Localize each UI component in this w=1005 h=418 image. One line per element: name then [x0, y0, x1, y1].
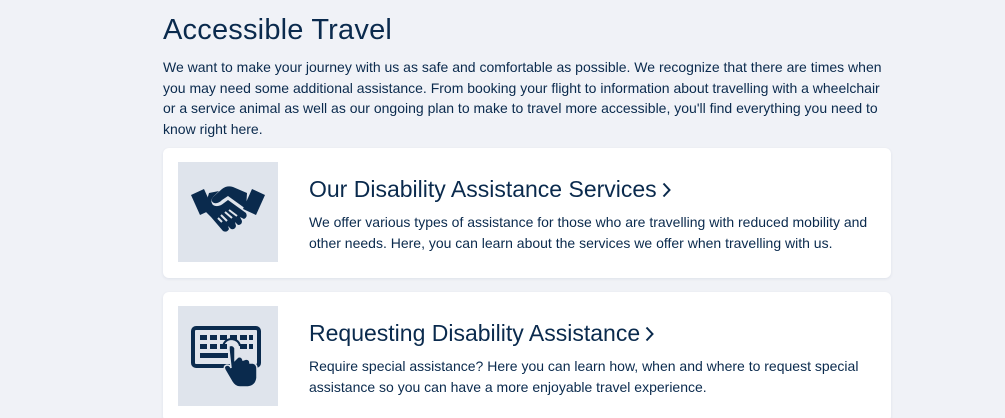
handshake-icon: [178, 162, 278, 262]
card-description: We offer various types of assistance for…: [309, 214, 868, 251]
card-body: Our Disability Assistance Services We of…: [309, 174, 879, 253]
card-request-assistance[interactable]: Requesting Disability Assistance Require…: [163, 292, 891, 418]
card-body: Requesting Disability Assistance Require…: [309, 318, 879, 397]
card-title: Requesting Disability Assistance: [309, 319, 641, 346]
card-description: Require special assistance? Here you can…: [309, 358, 859, 395]
card-title: Our Disability Assistance Services: [309, 175, 657, 202]
request-assistance-link[interactable]: Requesting Disability Assistance: [309, 318, 654, 348]
page-title: Accessible Travel: [163, 14, 393, 46]
chevron-right-icon: [645, 321, 654, 348]
intro-paragraph: We want to make your journey with us as …: [163, 59, 882, 137]
disability-services-link[interactable]: Our Disability Assistance Services: [309, 174, 671, 204]
chevron-right-icon: [662, 177, 671, 204]
card-disability-services[interactable]: Our Disability Assistance Services We of…: [163, 148, 891, 278]
page: Accessible Travel We want to make your j…: [0, 0, 1005, 418]
keyboard-touch-icon: [178, 306, 278, 406]
